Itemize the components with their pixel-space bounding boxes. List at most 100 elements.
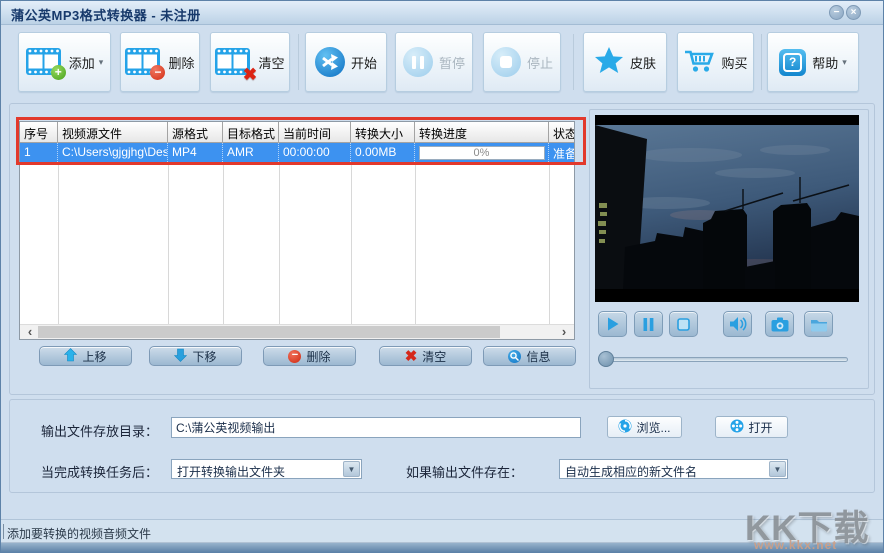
delete-button[interactable]: − 删除 [120, 32, 200, 92]
file-table[interactable]: 序号 视频源文件 源格式 目标格式 当前时间 转换大小 转换进度 状态 1 C:… [19, 121, 575, 340]
skin-label: 皮肤 [630, 53, 656, 72]
star-icon [594, 46, 624, 79]
film-reel-icon [730, 419, 744, 436]
cell-status[interactable]: 准备 [549, 143, 575, 162]
output-dir-input[interactable] [171, 417, 581, 438]
toolbar-separator [298, 34, 299, 90]
stop-button[interactable]: 停止 [483, 32, 561, 92]
col-header-size[interactable]: 转换大小 [351, 122, 415, 143]
stop-label: 停止 [527, 53, 553, 72]
browse-button[interactable]: 浏览... [607, 416, 682, 438]
plus-badge-icon: + [51, 65, 66, 80]
close-button[interactable]: × [846, 5, 861, 20]
skin-button[interactable]: 皮肤 [583, 32, 667, 92]
watermark-url: www.kkx.net [754, 538, 837, 552]
col-header-status[interactable]: 状态 [549, 122, 575, 143]
play-button[interactable] [598, 311, 627, 337]
open-folder-button[interactable] [804, 311, 833, 337]
titlebar[interactable]: 蒲公英MP3格式转换器 - 未注册 − × [1, 1, 883, 25]
clear-label: 清空 [258, 53, 284, 72]
up-arrow-icon [64, 348, 77, 365]
pause-label: 暂停 [439, 53, 465, 72]
volume-button[interactable] [723, 311, 752, 337]
toolbar-separator [761, 34, 762, 90]
play-icon [607, 317, 619, 331]
output-dir-label: 输出文件存放目录： [41, 421, 158, 440]
stop-icon [677, 318, 690, 331]
file-exists-select[interactable]: 自动生成相应的新文件名 ▼ [559, 459, 788, 479]
snapshot-button[interactable] [765, 311, 794, 337]
after-task-dropdown-arrow-icon[interactable]: ▼ [343, 461, 360, 477]
col-header-target-format[interactable]: 目标格式 [223, 122, 279, 143]
minimize-icon: − [834, 7, 840, 18]
cell-source-format[interactable]: MP4 [168, 143, 223, 162]
pause-icon [643, 318, 654, 331]
player-stop-button[interactable] [669, 311, 698, 337]
seek-slider-track[interactable] [605, 357, 848, 362]
red-x-icon: ✖ [405, 349, 418, 364]
after-task-value: 打开转换输出文件夹 [172, 460, 361, 480]
help-label: 帮助 [812, 53, 838, 72]
scroll-left-arrow[interactable]: ‹ [22, 325, 38, 339]
col-header-source-format[interactable]: 源格式 [168, 122, 223, 143]
info-button[interactable]: 信息 [483, 346, 576, 366]
video-preview [595, 115, 859, 302]
pause-icon [403, 47, 433, 77]
start-label: 开始 [351, 53, 377, 72]
progress-bar: 0% [419, 146, 545, 160]
file-exists-value: 自动生成相应的新文件名 [560, 460, 787, 480]
col-header-current-time[interactable]: 当前时间 [279, 122, 351, 143]
col-header-progress[interactable]: 转换进度 [415, 122, 549, 143]
file-exists-dropdown-arrow-icon[interactable]: ▼ [769, 461, 786, 477]
table-empty-area [20, 162, 574, 324]
cell-current-time[interactable]: 00:00:00 [279, 143, 351, 162]
minus-badge-icon: − [150, 65, 165, 80]
start-icon [315, 47, 345, 77]
after-task-label: 当完成转换任务后： [41, 462, 158, 481]
statusbar-divider [3, 524, 4, 539]
cell-target-format[interactable]: AMR [223, 143, 279, 162]
clear-list-button[interactable]: ✖ 清空 [379, 346, 472, 366]
help-dropdown-arrow-icon: ▾ [842, 57, 847, 68]
buy-label: 购买 [721, 53, 747, 72]
cell-index[interactable]: 1 [20, 143, 58, 162]
buy-button[interactable]: 购买 [677, 32, 754, 92]
scroll-thumb[interactable] [38, 326, 500, 338]
cell-source-path[interactable]: C:\Users\gjgjhg\Desk... [58, 143, 168, 162]
move-down-label: 下移 [192, 348, 216, 365]
pause-button[interactable]: 暂停 [395, 32, 473, 92]
cell-progress[interactable]: 0% [415, 143, 549, 162]
app-window: 蒲公英MP3格式转换器 - 未注册 − × + 添加 ▾ − 删除 ✖ 清空 开… [0, 0, 884, 553]
after-task-select[interactable]: 打开转换输出文件夹 ▼ [171, 459, 362, 479]
cross-badge-icon: ✖ [242, 67, 257, 82]
start-button[interactable]: 开始 [305, 32, 387, 92]
question-mark-icon: ? [783, 53, 802, 72]
statusbar-text: 添加要转换的视频音频文件 [7, 525, 151, 542]
clear-button[interactable]: ✖ 清空 [210, 32, 290, 92]
table-row[interactable]: 1 C:\Users\gjgjhg\Desk... MP4 AMR 00:00:… [20, 143, 574, 162]
move-up-button[interactable]: 上移 [39, 346, 132, 366]
horizontal-scrollbar[interactable]: ‹ › [20, 324, 574, 339]
video-frame-image [595, 115, 859, 302]
cell-converted-size[interactable]: 0.00MB [351, 143, 415, 162]
minimize-button[interactable]: − [829, 5, 844, 20]
open-output-button[interactable]: 打开 [715, 416, 788, 438]
progress-text: 0% [474, 147, 490, 159]
scroll-right-arrow[interactable]: › [556, 325, 572, 339]
col-header-source[interactable]: 视频源文件 [58, 122, 168, 143]
film-delete-icon: − [125, 48, 162, 76]
add-button[interactable]: + 添加 ▾ [18, 32, 111, 92]
help-icon: ? [779, 49, 806, 76]
col-header-index[interactable]: 序号 [20, 122, 58, 143]
close-icon: × [851, 7, 857, 18]
seek-slider-thumb[interactable] [598, 351, 614, 367]
remove-button[interactable]: − 删除 [263, 346, 356, 366]
player-pause-button[interactable] [634, 311, 663, 337]
minus-circle-icon: − [288, 350, 301, 363]
add-dropdown-arrow-icon: ▾ [99, 57, 104, 68]
move-down-button[interactable]: 下移 [149, 346, 242, 366]
help-button[interactable]: ? 帮助 ▾ [767, 32, 859, 92]
info-label: 信息 [526, 348, 550, 365]
aperture-icon [618, 419, 632, 436]
folder-icon [810, 317, 828, 332]
